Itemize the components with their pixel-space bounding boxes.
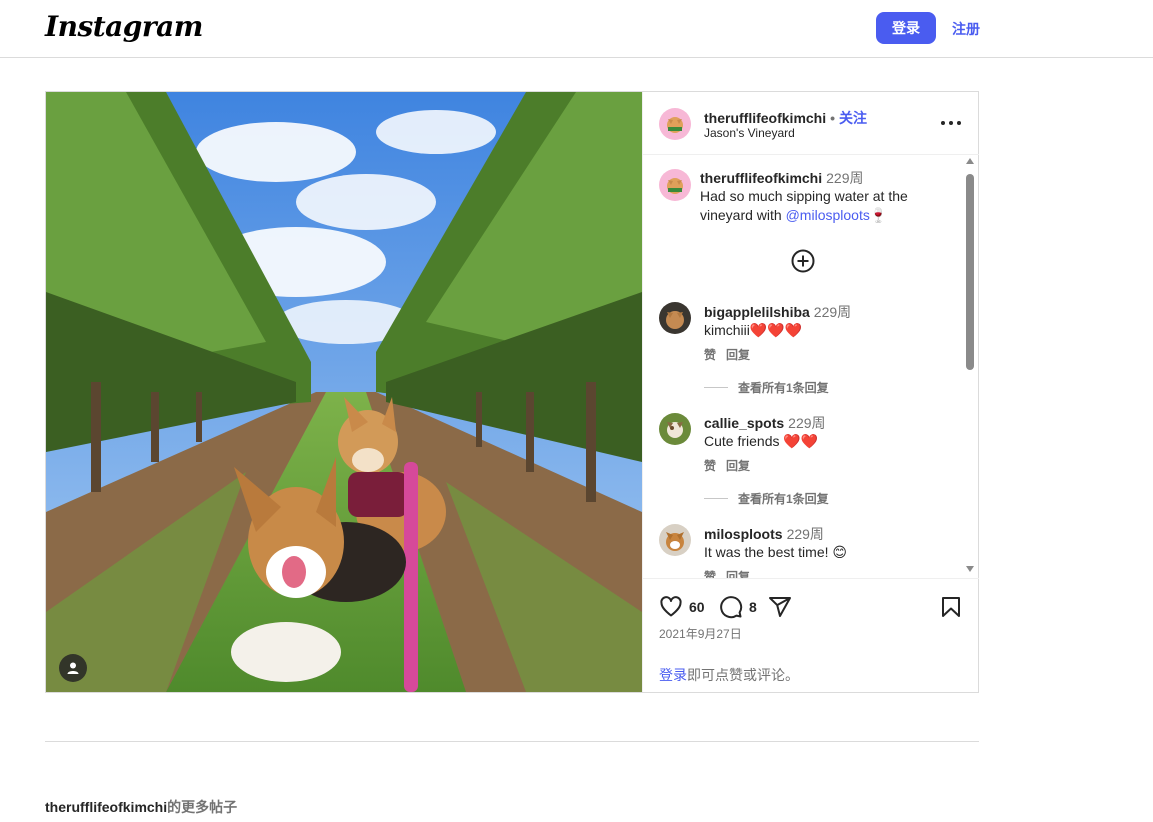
comment-avatar[interactable]	[659, 302, 691, 334]
dog-avatar-icon	[667, 422, 683, 438]
login-hint: 登录即可点赞或评论。	[659, 665, 799, 685]
login-hint-text: 即可点赞或评论。	[687, 667, 799, 683]
comment-like-button[interactable]: 赞	[704, 570, 716, 578]
comment-text: kimchiii❤️❤️❤️	[704, 322, 803, 338]
more-posts-suffix: 的更多帖子	[167, 799, 238, 815]
bookmark-icon[interactable]	[939, 595, 963, 619]
comment-like-button[interactable]: 赞	[704, 348, 716, 362]
comment-time: 229周	[788, 415, 826, 431]
caption-header: therufflifeofkimchi 229周	[700, 169, 863, 188]
caption-text: Had so much sipping water at the vineyar…	[700, 187, 945, 225]
post-footer: 60 8 2021年9月27日 登录即可点赞或评论。	[643, 578, 979, 692]
comment-actions: 赞回复	[704, 457, 760, 474]
comment-username[interactable]: bigapplelilshiba	[704, 304, 810, 320]
more-posts-user[interactable]: therufflifeofkimchi	[45, 799, 167, 815]
scroll-thumb[interactable]	[966, 174, 974, 370]
comments-list[interactable]: therufflifeofkimchi 229周 Had so much sipp…	[643, 156, 979, 578]
comment-avatar[interactable]	[659, 413, 691, 445]
dog-avatar-icon	[667, 117, 683, 133]
replies-line	[704, 387, 728, 388]
tagged-user-icon	[67, 662, 79, 674]
comment-actions: 赞 回复	[704, 568, 760, 578]
view-replies-link[interactable]: 查看所有1条回复	[704, 490, 829, 507]
comment-icon[interactable]	[719, 595, 743, 619]
heart-icon[interactable]	[659, 595, 683, 619]
author-line: therufflifeofkimchi • 关注	[704, 108, 867, 128]
comment-header: bigapplelilshiba 229周	[704, 303, 851, 322]
comment-reply-button[interactable]: 回复	[726, 348, 750, 362]
signup-link[interactable]: 注册	[952, 19, 980, 39]
comment-like-button[interactable]: 赞	[704, 459, 716, 473]
comment-text: It was the best time! 😊	[704, 544, 847, 560]
dog-avatar-icon	[667, 178, 683, 194]
comment-time: 229周	[786, 526, 824, 542]
post-sidebar: therufflifeofkimchi • 关注 Jason's Vineyard …	[642, 92, 979, 692]
post-header: therufflifeofkimchi • 关注 Jason's Vineyard	[643, 92, 979, 155]
view-replies-link[interactable]: 查看所有1条回复	[704, 379, 829, 396]
add-circle-glyph	[791, 249, 815, 273]
comment-actions: 赞回复	[704, 346, 760, 363]
replies-line	[704, 498, 728, 499]
like-count[interactable]: 60	[689, 599, 705, 615]
comment-header: milosploots 229周	[704, 525, 824, 544]
wine-emoji: 🍷	[869, 207, 888, 223]
scroll-down-arrow[interactable]	[966, 566, 974, 572]
more-posts-heading: therufflifeofkimchi的更多帖子	[45, 797, 237, 817]
follow-button[interactable]: 关注	[839, 110, 867, 126]
dog-avatar-icon	[666, 532, 684, 551]
login-link[interactable]: 登录	[659, 667, 687, 683]
comment-header: callie_spots 229周	[704, 414, 826, 433]
more-options-icon[interactable]	[939, 114, 963, 132]
comment-time: 229周	[813, 304, 852, 320]
post-location[interactable]: Jason's Vineyard	[704, 126, 795, 140]
comment-username[interactable]: milosploots	[704, 526, 783, 542]
login-button[interactable]: 登录	[876, 12, 936, 44]
post-image	[46, 92, 642, 692]
add-circle-icon[interactable]	[791, 249, 815, 273]
comment-avatar[interactable]	[659, 524, 691, 556]
instagram-logo[interactable]: Instagram	[45, 10, 203, 43]
view-replies-label: 查看所有1条回复	[738, 492, 829, 506]
tagged-user-button[interactable]	[59, 654, 87, 682]
section-divider	[45, 741, 979, 742]
separator-dot: •	[830, 110, 836, 126]
comment-username[interactable]: callie_spots	[704, 415, 784, 431]
post-date[interactable]: 2021年9月27日	[659, 625, 742, 642]
author-username[interactable]: therufflifeofkimchi	[704, 110, 826, 126]
caption-avatar[interactable]	[659, 169, 691, 201]
caption-time: 229周	[826, 170, 864, 186]
comment-count: 8	[749, 599, 757, 615]
dog-avatar-icon	[666, 311, 684, 329]
comment-text: Cute friends ❤️❤️	[704, 433, 819, 449]
comments-scrollbar[interactable]	[963, 156, 977, 578]
author-avatar[interactable]	[659, 108, 691, 140]
share-icon[interactable]	[768, 595, 792, 619]
caption-username[interactable]: therufflifeofkimchi	[700, 170, 822, 186]
view-replies-label: 查看所有1条回复	[738, 381, 829, 395]
comment-reply-button[interactable]: 回复	[726, 570, 750, 578]
caption-mention[interactable]: @milosploots	[786, 207, 870, 223]
comment-reply-button[interactable]: 回复	[726, 459, 750, 473]
post-card: therufflifeofkimchi • 关注 Jason's Vineyard …	[45, 91, 979, 693]
scroll-up-arrow[interactable]	[966, 158, 974, 164]
post-photo[interactable]	[46, 92, 642, 692]
top-bar: Instagram 登录 注册	[0, 0, 1153, 58]
